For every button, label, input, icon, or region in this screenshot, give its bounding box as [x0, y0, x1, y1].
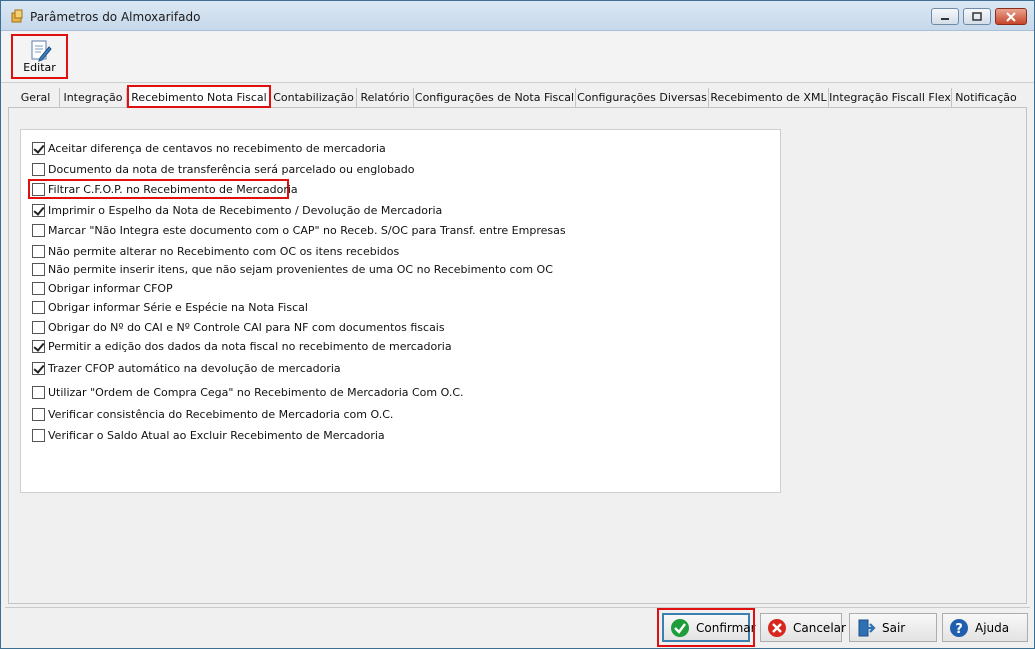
tab-recebimento-xml[interactable]: Recebimento de XML — [709, 88, 829, 108]
checkbox-label: Documento da nota de transferência será … — [48, 162, 415, 176]
tab-recebimento-nota-fiscal[interactable]: Recebimento Nota Fiscal — [127, 85, 271, 108]
cancel-button[interactable]: Cancelar — [760, 613, 846, 642]
tab-notificacao[interactable]: Notificação — [952, 88, 1020, 108]
option-obrigar-cfop[interactable]: Obrigar informar CFOP — [32, 280, 173, 296]
exit-door-icon — [858, 619, 876, 636]
checkbox-checked[interactable] — [32, 361, 45, 375]
checkbox[interactable] — [32, 262, 45, 276]
option-obrigar-serie-especie[interactable]: Obrigar informar Série e Espécie na Nota… — [32, 299, 308, 315]
minimize-icon — [941, 17, 949, 20]
option-marcar-nao-integra-cap[interactable]: Marcar "Não Integra este documento com o… — [32, 222, 566, 238]
checkbox-label: Não permite alterar no Recebimento com O… — [48, 244, 400, 258]
tab-label: Geral — [20, 91, 51, 104]
option-documento-nota-transferencia[interactable]: Documento da nota de transferência será … — [32, 161, 414, 177]
window: Parâmetros do Almoxarifado Editar Geral — [0, 0, 1035, 649]
checkbox[interactable] — [32, 223, 45, 237]
svg-text:?: ? — [955, 622, 963, 637]
checkbox-label: Verificar consistência do Recebimento de… — [48, 407, 394, 421]
cancel-label: Cancelar — [793, 620, 846, 635]
footer-separator — [5, 607, 1030, 608]
cancel-circle-icon — [768, 618, 786, 637]
checkbox-label: Verificar o Saldo Atual ao Excluir Receb… — [48, 428, 385, 442]
tab-label: Contabilização — [273, 91, 354, 104]
confirm-label: Confirmar — [696, 620, 756, 635]
edit-document-icon — [31, 40, 52, 62]
tab-label: Configurações Diversas — [577, 91, 707, 104]
checkbox-label: Utilizar "Ordem de Compra Cega" no Receb… — [48, 385, 464, 399]
checkbox-checked[interactable] — [32, 339, 45, 353]
checkbox-label: Obrigar informar CFOP — [48, 281, 173, 295]
tab-label: Recebimento de XML — [710, 91, 827, 104]
option-obrigar-cai[interactable]: Obrigar do Nº do CAI e Nº Controle CAI p… — [32, 319, 445, 335]
option-filtrar-cfop[interactable]: Filtrar C.F.O.P. no Recebimento de Merca… — [32, 181, 298, 197]
option-imprimir-espelho[interactable]: Imprimir o Espelho da Nota de Recebiment… — [32, 202, 442, 218]
edit-button-label: Editar — [23, 61, 56, 74]
tab-label: Integração — [63, 91, 123, 104]
help-label: Ajuda — [975, 620, 1010, 635]
checkbox-label: Aceitar diferença de centavos no recebim… — [48, 141, 386, 155]
checkbox-label: Obrigar do Nº do CAI e Nº Controle CAI p… — [48, 320, 445, 334]
help-icon: ? — [950, 618, 968, 637]
checkbox[interactable] — [32, 320, 45, 334]
tab-label: Recebimento Nota Fiscal — [131, 91, 267, 104]
minimize-button[interactable] — [931, 8, 959, 25]
tab-relatorio[interactable]: Relatório — [357, 88, 414, 108]
options-panel: Aceitar diferença de centavos no recebim… — [20, 129, 781, 493]
checkbox-label: Imprimir o Espelho da Nota de Recebiment… — [48, 203, 443, 217]
check-circle-icon — [671, 618, 689, 637]
option-permitir-edicao-dados-nf[interactable]: Permitir a edição dos dados da nota fisc… — [32, 338, 452, 354]
checkbox[interactable] — [32, 244, 45, 258]
confirm-button[interactable]: Confirmar — [657, 608, 756, 647]
option-verificar-saldo-atual[interactable]: Verificar o Saldo Atual ao Excluir Receb… — [32, 427, 385, 443]
maximize-icon — [972, 12, 982, 21]
checkbox-label: Permitir a edição dos dados da nota fisc… — [48, 339, 452, 353]
tab-configuracoes-nota-fiscal[interactable]: Configurações de Nota Fiscal — [414, 88, 576, 108]
option-nao-permite-alterar-itens[interactable]: Não permite alterar no Recebimento com O… — [32, 243, 399, 259]
tab-integracao[interactable]: Integração — [60, 88, 127, 108]
checkbox-checked[interactable] — [32, 203, 45, 217]
checkbox[interactable] — [32, 428, 45, 442]
tab-configuracoes-diversas[interactable]: Configurações Diversas — [576, 88, 709, 108]
tab-integracao-fiscall-flex[interactable]: Integração Fiscall Flex — [829, 88, 952, 108]
window-title: Parâmetros do Almoxarifado — [30, 10, 201, 24]
maximize-button[interactable] — [963, 8, 991, 25]
tab-strip: Geral Integração Recebimento Nota Fiscal… — [12, 85, 1022, 108]
help-button[interactable]: ? Ajuda — [942, 613, 1028, 642]
exit-label: Sair — [882, 620, 906, 635]
tab-geral[interactable]: Geral — [12, 88, 60, 108]
checkbox-label: Não permite inserir itens, que não sejam… — [48, 262, 553, 276]
checkbox-label: Marcar "Não Integra este documento com o… — [48, 223, 566, 237]
checkbox[interactable] — [32, 162, 45, 176]
checkbox-checked[interactable] — [32, 141, 45, 155]
tab-label: Configurações de Nota Fiscal — [414, 91, 575, 104]
option-trazer-cfop-automatico[interactable]: Trazer CFOP automático na devolução de m… — [32, 360, 341, 376]
tab-contabilizacao[interactable]: Contabilização — [271, 88, 357, 108]
exit-button[interactable]: Sair — [849, 613, 937, 642]
tab-label: Notificação — [955, 91, 1017, 104]
toolbar: Editar — [1, 31, 1034, 83]
close-icon — [1006, 11, 1016, 22]
checkbox[interactable] — [32, 385, 45, 399]
checkbox[interactable] — [32, 281, 45, 295]
edit-button[interactable]: Editar — [11, 34, 68, 79]
checkbox[interactable] — [32, 300, 45, 314]
option-aceitar-diferenca-centavos[interactable]: Aceitar diferença de centavos no recebim… — [32, 140, 386, 156]
tab-label: Integração Fiscall Flex — [829, 91, 951, 104]
title-bar: Parâmetros do Almoxarifado — [1, 1, 1034, 31]
app-box-icon — [11, 9, 23, 23]
checkbox-label: Filtrar C.F.O.P. no Recebimento de Merca… — [48, 182, 298, 196]
close-button[interactable] — [995, 8, 1027, 25]
checkbox[interactable] — [32, 407, 45, 421]
option-verificar-consistencia[interactable]: Verificar consistência do Recebimento de… — [32, 406, 393, 422]
checkbox-label: Trazer CFOP automático na devolução de m… — [48, 361, 341, 375]
tab-label: Relatório — [360, 91, 410, 104]
option-ordem-compra-cega[interactable]: Utilizar "Ordem de Compra Cega" no Receb… — [32, 384, 464, 400]
checkbox[interactable] — [32, 182, 45, 196]
option-nao-permite-inserir-itens[interactable]: Não permite inserir itens, que não sejam… — [32, 261, 553, 277]
checkbox-label: Obrigar informar Série e Espécie na Nota… — [48, 300, 308, 314]
